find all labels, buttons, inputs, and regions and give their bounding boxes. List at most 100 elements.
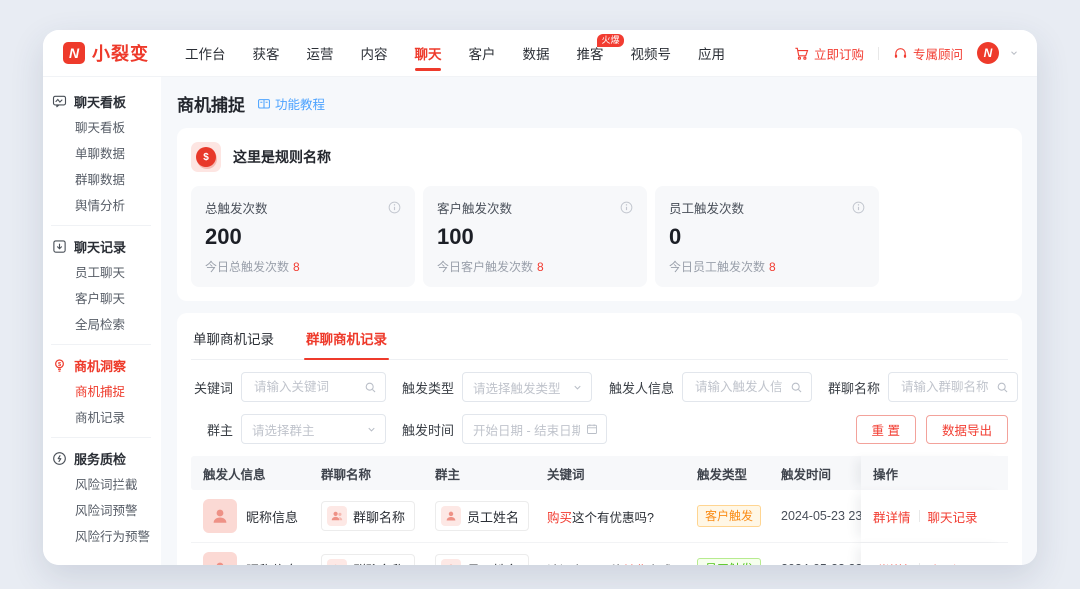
nav-item[interactable]: 应用 — [698, 30, 725, 76]
filter-label: 触发类型 — [398, 378, 454, 397]
stat-box: 总触发次数 200 今日总触发次数8 — [191, 186, 415, 287]
nav-item[interactable]: 数据 — [523, 30, 550, 76]
stat-today-label: 今日总触发次数 — [205, 260, 289, 274]
nav-item-label: 工作台 — [185, 43, 226, 63]
sidebar-item[interactable]: 聊天看板 — [51, 115, 161, 141]
keyword-text: 请问有哪几种 — [547, 560, 622, 566]
main-nav: 工作台 获客 运营 内容 聊天 客户 数据 推客 火爆 视频号 应用 — [185, 30, 725, 76]
nav-item[interactable]: 聊天 — [415, 30, 442, 76]
chevron-down-icon[interactable] — [1009, 48, 1019, 58]
keyword-input[interactable] — [241, 372, 386, 402]
brand-name: 小裂变 — [92, 40, 149, 66]
person-name: 昵称信息 — [246, 560, 298, 566]
group-name-input[interactable] — [888, 372, 1018, 402]
sidebar-group-label: 聊天看板 — [74, 92, 126, 111]
column-header: 触发时间 — [769, 464, 861, 483]
filter-label: 群聊名称 — [824, 378, 880, 397]
info-icon[interactable] — [852, 201, 865, 214]
chevron-down-icon — [572, 382, 583, 393]
sidebar-item[interactable]: 客户聊天 — [51, 286, 161, 312]
sidebar-item[interactable]: 群聊数据 — [51, 167, 161, 193]
sidebar-group-label: 聊天记录 — [74, 237, 126, 256]
sidebar-item[interactable]: 风险词拦截 — [51, 472, 161, 498]
sidebar-group: 聊天记录 员工聊天客户聊天全局检索 — [51, 232, 161, 345]
stat-today-value: 8 — [769, 260, 776, 274]
owner-name: 员工姓名 — [467, 507, 519, 526]
quality-icon — [51, 450, 67, 466]
sidebar-item[interactable]: 商机记录 — [51, 405, 161, 431]
advisor-button[interactable]: 专属顾问 — [893, 44, 963, 63]
sidebar-item[interactable]: 全局检索 — [51, 312, 161, 338]
stat-today-label: 今日客户触发次数 — [437, 260, 533, 274]
sidebar-item[interactable]: 风险词预警 — [51, 498, 161, 524]
headset-icon — [893, 46, 908, 61]
trigger-person-input[interactable] — [682, 372, 812, 402]
tutorial-link[interactable]: 功能教程 — [257, 94, 325, 113]
stat-box: 员工触发次数 0 今日员工触发次数8 — [655, 186, 879, 287]
nav-item[interactable]: 客户 — [469, 30, 496, 76]
avatar — [203, 499, 237, 533]
row-actions: 群详情 聊天记录 — [861, 543, 1008, 565]
reset-button[interactable]: 重 置 — [856, 415, 916, 444]
group-detail-link[interactable]: 群详情 — [873, 507, 911, 526]
export-button[interactable]: 数据导出 — [926, 415, 1008, 444]
tab[interactable]: 单聊商机记录 — [191, 325, 276, 359]
rule-name: 这里是规则名称 — [233, 147, 331, 167]
sidebar-group-header[interactable]: $ 商机洞察 — [51, 351, 161, 379]
info-icon[interactable] — [388, 201, 401, 214]
person-icon — [441, 559, 461, 565]
stat-value: 0 — [669, 224, 865, 250]
keyword-text: 方式，还有一... — [647, 560, 685, 566]
trigger-type-badge: 员工触发 — [697, 558, 761, 565]
keyword-text: 这个有优惠吗? — [572, 507, 654, 526]
record-tabs: 单聊商机记录群聊商机记录 — [191, 325, 1008, 360]
tab[interactable]: 群聊商机记录 — [304, 325, 389, 359]
group-owner-select[interactable]: 请选择群主 — [241, 414, 386, 444]
sidebar: 聊天看板 聊天看板单聊数据群聊数据舆情分析 聊天记录 员工聊天客户聊天全局检索 … — [43, 77, 161, 565]
group-detail-link[interactable]: 群详情 — [873, 560, 911, 566]
nav-item[interactable]: 运营 — [307, 30, 334, 76]
sidebar-item[interactable]: 员工聊天 — [51, 260, 161, 286]
chat-record-link[interactable]: 聊天记录 — [928, 560, 978, 566]
logo-icon: N — [63, 42, 85, 64]
nav-item[interactable]: 工作台 — [185, 30, 226, 76]
info-icon[interactable] — [620, 201, 633, 214]
column-header: 触发人信息 — [191, 464, 309, 483]
order-button[interactable]: 立即订购 — [794, 44, 864, 63]
sidebar-group-header[interactable]: 聊天看板 — [51, 87, 161, 115]
nav-item[interactable]: 视频号 — [631, 30, 672, 76]
nav-item[interactable]: 内容 — [361, 30, 388, 76]
app-window: N 小裂变 工作台 获客 运营 内容 聊天 客户 数据 推客 火爆 视频号 应用… — [43, 30, 1037, 565]
divider — [51, 225, 151, 226]
group-name: 群聊名称 — [353, 560, 405, 566]
group-chip: 群聊名称 — [321, 501, 415, 531]
sidebar-group: 服务质检 风险词拦截风险词预警风险行为预警 — [51, 444, 161, 550]
nav-item-label: 内容 — [361, 43, 388, 63]
user-avatar[interactable]: N — [977, 42, 999, 64]
nav-item[interactable]: 获客 — [253, 30, 280, 76]
trigger-time-range[interactable]: 开始日期 - 结束日期 — [462, 414, 607, 444]
sidebar-group-header[interactable]: 服务质检 — [51, 444, 161, 472]
person-icon — [441, 506, 461, 526]
filter-row-2: 群主 请选择群主 触发时间 开始日期 - 结束日期 — [191, 414, 1008, 444]
sidebar-item[interactable]: 单聊数据 — [51, 141, 161, 167]
nav-item[interactable]: 推客 火爆 — [577, 30, 604, 76]
column-header: 触发类型 — [685, 464, 769, 483]
filter-row-1: 关键词 触发类型 请选择触发类型 触发人信 — [191, 372, 1008, 402]
column-header: 群主 — [423, 464, 535, 483]
nav-item-label: 聊天 — [415, 43, 442, 63]
stat-today-value: 8 — [293, 260, 300, 274]
sidebar-item[interactable]: 风险行为预警 — [51, 524, 161, 550]
column-header: 操作 — [861, 456, 1008, 490]
sidebar-item[interactable]: 舆情分析 — [51, 193, 161, 219]
records-card: 单聊商机记录群聊商机记录 关键词 触发类型 请选择触发类型 — [177, 313, 1022, 565]
chat-record-link[interactable]: 聊天记录 — [928, 507, 978, 526]
trigger-type-select[interactable]: 请选择触发类型 — [462, 372, 592, 402]
nav-item-label: 数据 — [523, 43, 550, 63]
divider — [919, 563, 920, 565]
sidebar-item[interactable]: 商机捕捉 — [51, 379, 161, 405]
brand-logo[interactable]: N 小裂变 — [63, 40, 149, 66]
keyword-text: 购买这个有优惠吗? — [535, 507, 685, 526]
group-name: 群聊名称 — [353, 507, 405, 526]
sidebar-group-header[interactable]: 聊天记录 — [51, 232, 161, 260]
